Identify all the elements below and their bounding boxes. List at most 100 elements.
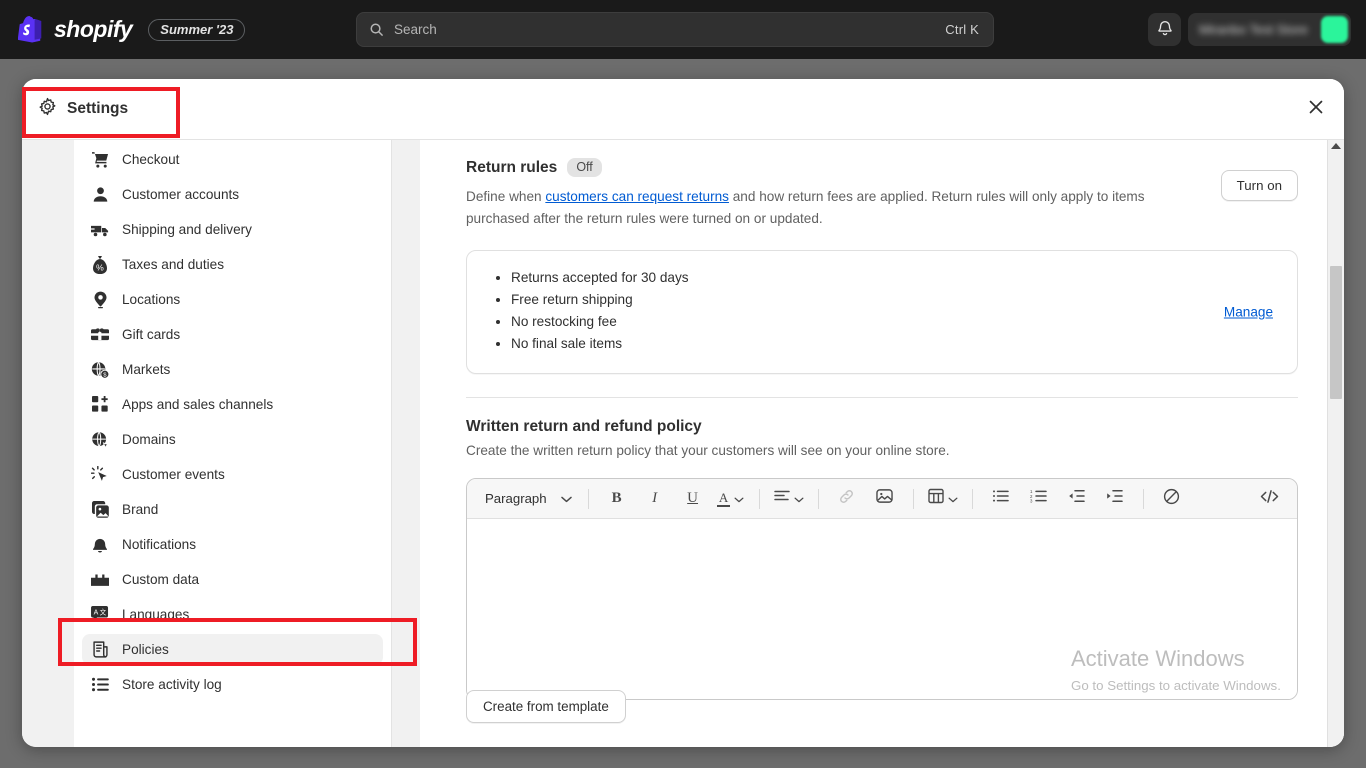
sidebar-item-label: Brand — [122, 502, 159, 517]
truck-icon — [90, 220, 110, 240]
italic-button[interactable]: I — [637, 485, 673, 513]
sidebar-item-locations[interactable]: Locations — [82, 284, 383, 315]
season-badge: Summer '23 — [148, 18, 246, 41]
image-button[interactable] — [867, 485, 903, 513]
sidebar-item-label: Notifications — [122, 537, 197, 552]
store-name-label: Miranbo Test Store — [1199, 22, 1308, 37]
cursor-click-icon — [90, 465, 110, 485]
bulleted-list-button[interactable] — [983, 485, 1019, 513]
search-bar[interactable]: Search Ctrl K — [356, 12, 994, 47]
content-scrollbar[interactable] — [1327, 140, 1344, 747]
app-root: shopify Summer '23 Search Ctrl K Miranbo… — [0, 0, 1366, 768]
scrollbar-thumb[interactable] — [1330, 266, 1342, 399]
apps-plus-icon — [90, 395, 110, 415]
chevron-down-icon — [560, 491, 572, 506]
link-button[interactable] — [829, 485, 865, 513]
list-item: No restocking fee — [511, 311, 1275, 333]
avatar — [1321, 16, 1348, 43]
list-item: No final sale items — [511, 333, 1275, 355]
settings-nav-list: Checkout Customer accounts Shipping and de… — [74, 144, 391, 700]
return-rules-summary-card: Returns accepted for 30 daysFree return … — [466, 250, 1298, 374]
list-item: Returns accepted for 30 days — [511, 267, 1275, 289]
table-button[interactable] — [924, 485, 962, 513]
sidebar-item-checkout[interactable]: Checkout — [82, 144, 383, 175]
toolbar-separator — [971, 488, 973, 509]
rich-text-editor: Paragraph B I U A 1 2 3 — [466, 478, 1298, 700]
svg-text:文: 文 — [100, 608, 107, 617]
customers-can-request-returns-link[interactable]: customers can request returns — [545, 189, 729, 204]
clear-formatting-button[interactable] — [1154, 485, 1190, 513]
sidebar-item-brand[interactable]: Brand — [82, 494, 383, 525]
turn-on-button[interactable]: Turn on — [1220, 170, 1298, 201]
chevron-down-icon — [948, 490, 958, 508]
create-from-template-button[interactable]: Create from template — [466, 690, 626, 723]
sidebar-item-label: Store activity log — [122, 677, 222, 692]
chevron-down-icon — [794, 490, 804, 508]
sidebar-item-apps-and-sales-channels[interactable]: Apps and sales channels — [82, 389, 383, 420]
location-pin-icon — [90, 290, 110, 310]
settings-title-highlight — [22, 87, 180, 138]
editor-toolbar: Paragraph B I U A 1 2 3 — [467, 479, 1297, 519]
image-icon — [90, 500, 110, 520]
outdent-button[interactable] — [1059, 485, 1095, 513]
sidebar-item-label: Shipping and delivery — [122, 222, 252, 237]
block-format-dropdown[interactable]: Paragraph — [477, 485, 578, 513]
toolbar-separator — [1142, 488, 1144, 509]
editor-content-area[interactable] — [467, 519, 1297, 699]
search-input-placeholder[interactable]: Search — [394, 22, 945, 37]
top-navigation-bar: shopify Summer '23 Search Ctrl K Miranbo… — [0, 0, 1366, 59]
sidebar-item-label: Checkout — [122, 152, 180, 167]
table-icon — [927, 488, 944, 509]
policies-item-highlight — [58, 618, 417, 666]
return-rules-list: Returns accepted for 30 daysFree return … — [489, 267, 1275, 355]
list-icon — [90, 675, 110, 695]
blocks-icon — [90, 570, 110, 590]
return-rules-description: Define when customers can request return… — [466, 186, 1192, 230]
store-account-chip[interactable]: Miranbo Test Store — [1188, 13, 1351, 46]
outdent-icon — [1068, 489, 1085, 508]
sidebar-item-gift-cards[interactable]: Gift cards — [82, 319, 383, 350]
sidebar-item-domains[interactable]: Domains — [82, 424, 383, 455]
numbered-list-button[interactable]: 1 2 3 — [1021, 485, 1057, 513]
align-button[interactable] — [770, 485, 808, 513]
sidebar-item-taxes-and-duties[interactable]: % Taxes and duties — [82, 249, 383, 280]
text-color-button[interactable]: A — [713, 485, 749, 513]
indent-icon — [1106, 489, 1123, 508]
toolbar-separator — [912, 488, 914, 509]
numbered-list-icon: 1 2 3 — [1030, 489, 1047, 508]
align-left-icon — [773, 489, 790, 508]
block-format-label: Paragraph — [485, 491, 547, 506]
sidebar-item-label: Customer accounts — [122, 187, 240, 202]
html-source-button[interactable] — [1251, 485, 1287, 513]
indent-button[interactable] — [1097, 485, 1133, 513]
sidebar-item-store-activity-log[interactable]: Store activity log — [82, 669, 383, 700]
sidebar-item-customer-events[interactable]: Customer events — [82, 459, 383, 490]
written-policy-description: Create the written return policy that yo… — [466, 443, 950, 458]
svg-text:A: A — [94, 610, 99, 617]
underline-button[interactable]: U — [675, 485, 711, 513]
money-bag-icon: % — [90, 255, 110, 275]
sidebar-item-notifications[interactable]: Notifications — [82, 529, 383, 560]
sidebar-item-label: Taxes and duties — [122, 257, 225, 272]
sidebar-item-customer-accounts[interactable]: Customer accounts — [82, 179, 383, 210]
code-icon — [1260, 489, 1279, 509]
settings-content-pane: Return rules Off Define when customers c… — [420, 140, 1344, 747]
sidebar-item-markets[interactable]: $ Markets — [82, 354, 383, 385]
image-icon — [876, 488, 893, 509]
close-button[interactable] — [1302, 95, 1330, 123]
notifications-button[interactable] — [1148, 13, 1181, 46]
shopify-logo[interactable]: shopify Summer '23 — [17, 15, 246, 44]
return-rules-title: Return rules — [466, 158, 558, 176]
bold-button[interactable]: B — [599, 485, 635, 513]
sidebar-item-label: Locations — [122, 292, 181, 307]
sidebar-item-label: Customer events — [122, 467, 225, 482]
scroll-up-arrow-icon[interactable] — [1331, 143, 1341, 149]
no-formatting-icon — [1163, 488, 1180, 510]
manage-link[interactable]: Manage — [1224, 305, 1273, 320]
toolbar-separator — [587, 488, 589, 509]
cart-icon — [90, 150, 110, 170]
sidebar-item-custom-data[interactable]: Custom data — [82, 564, 383, 595]
svg-text:%: % — [96, 262, 104, 272]
underline-icon: U — [687, 490, 699, 506]
sidebar-item-shipping-and-delivery[interactable]: Shipping and delivery — [82, 214, 383, 245]
